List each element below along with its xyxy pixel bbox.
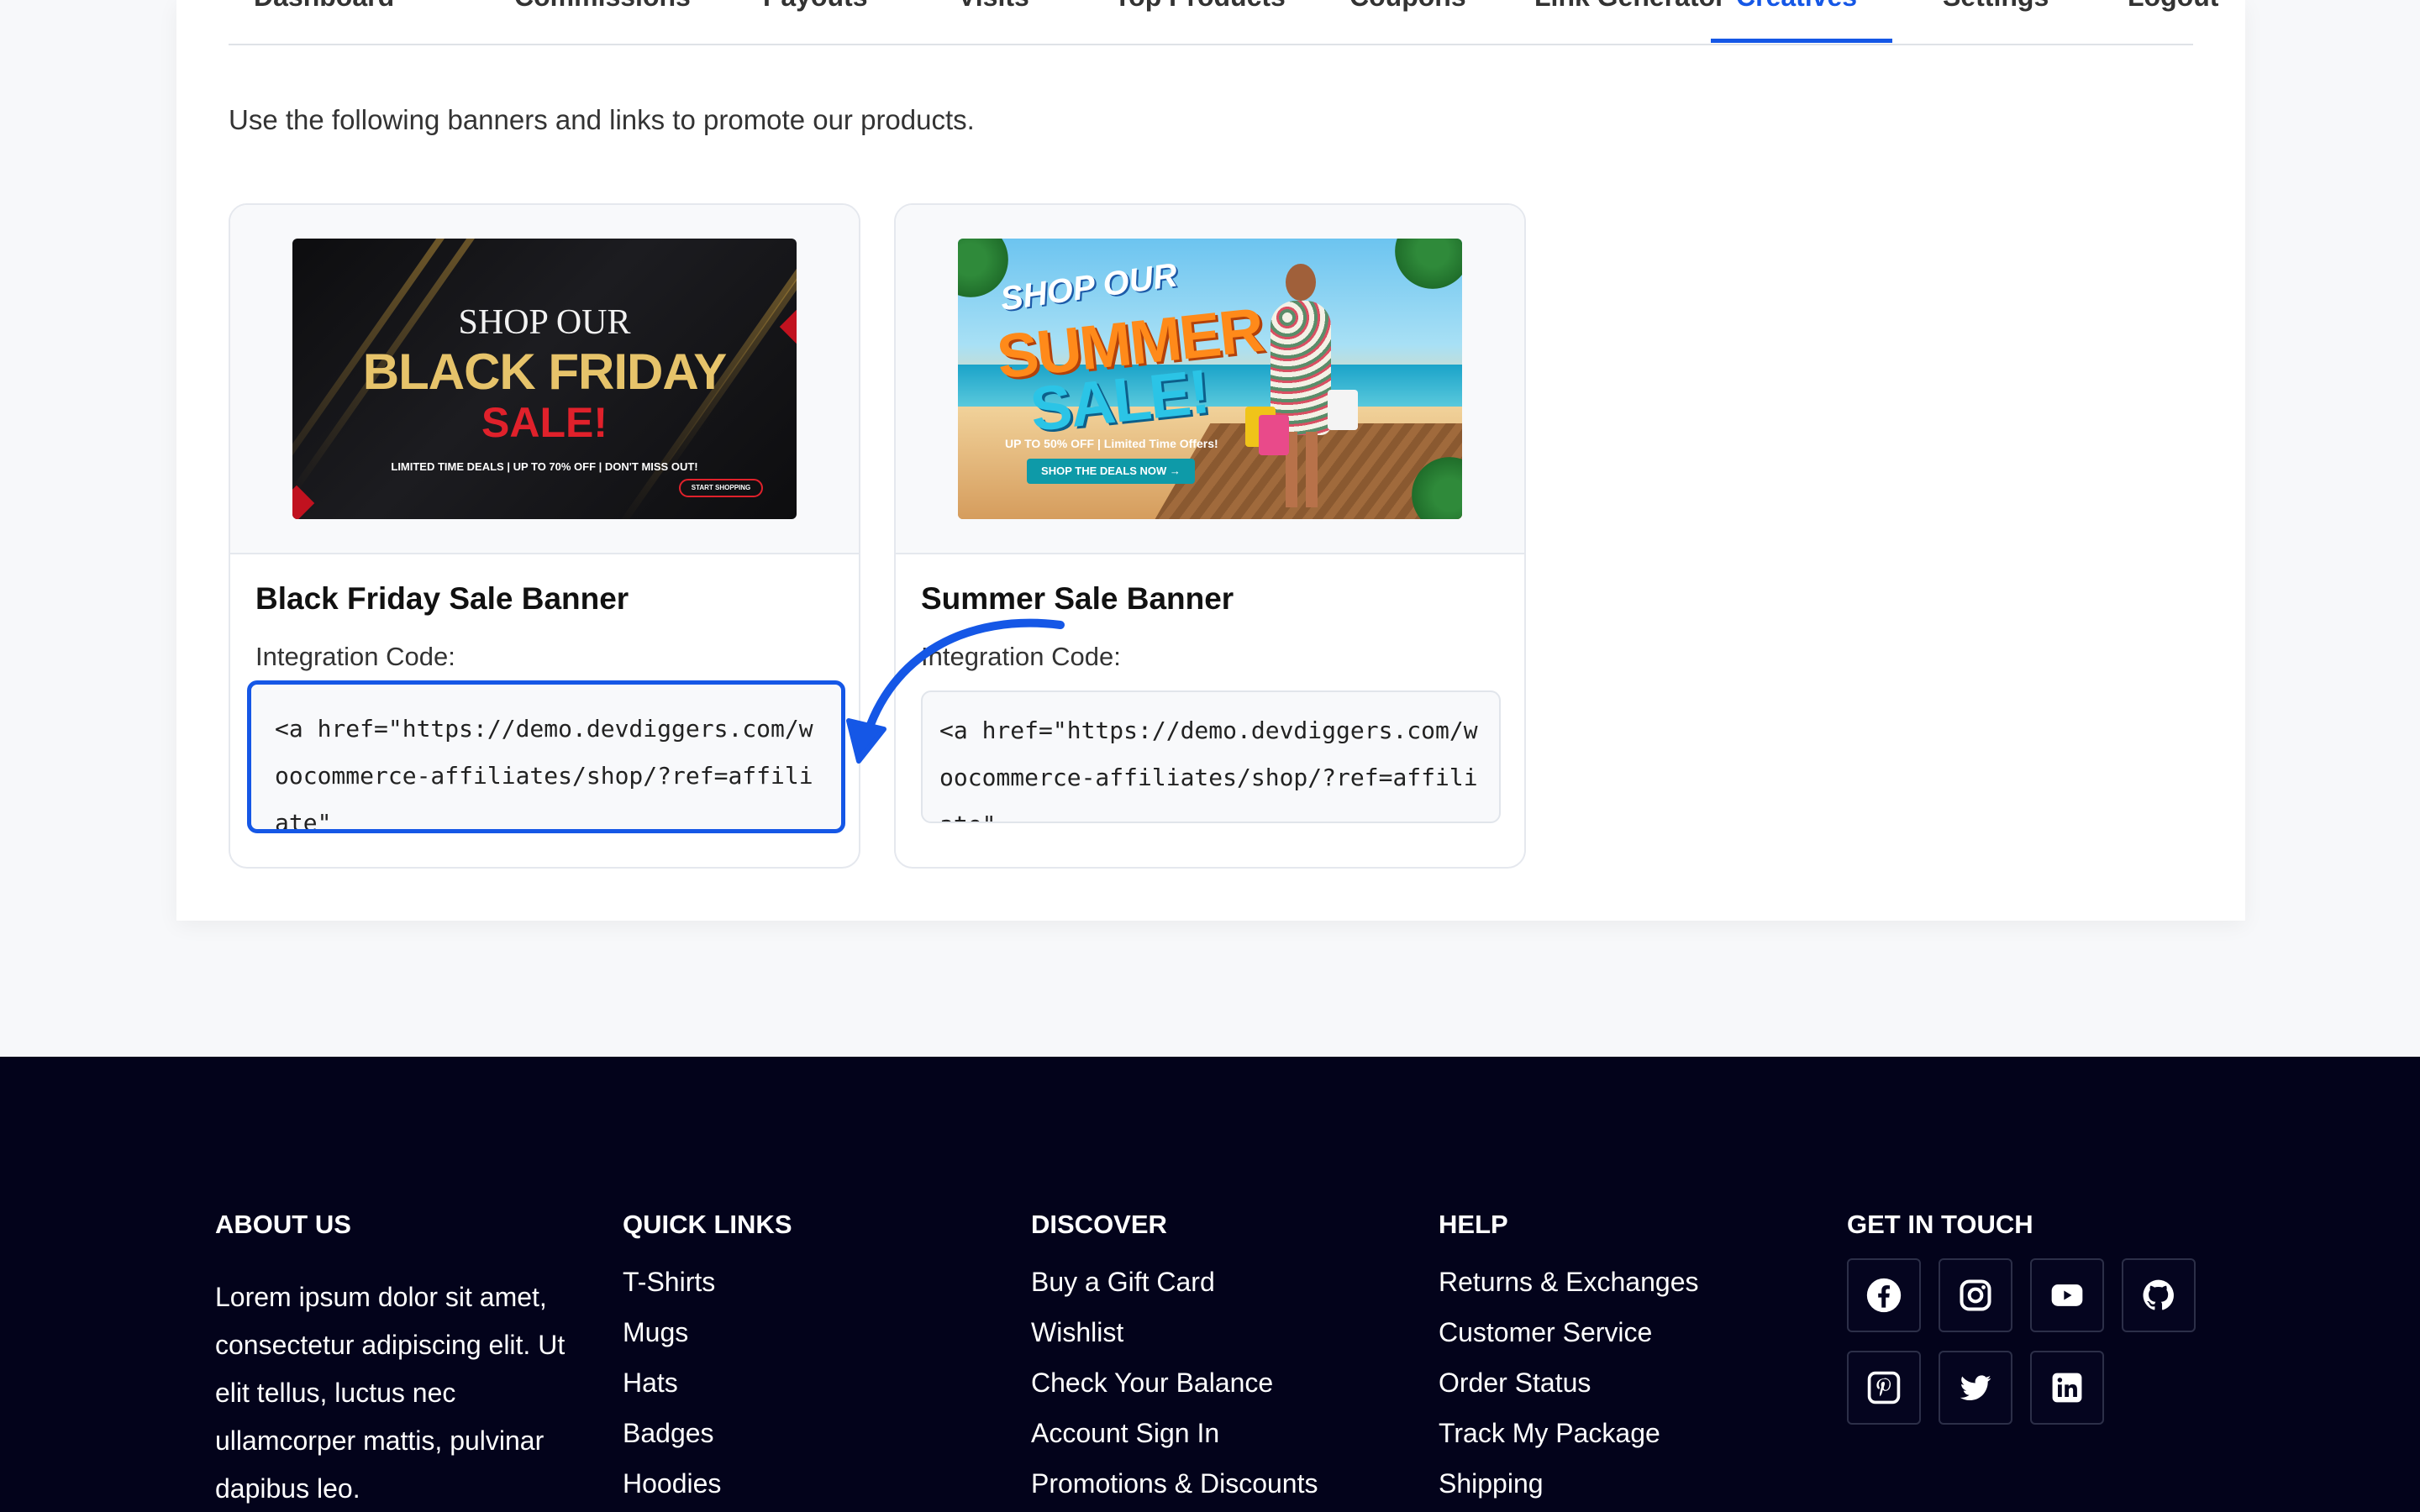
footer-heading-quick-links: QUICK LINKS — [623, 1210, 792, 1239]
woman-illustration — [1245, 264, 1358, 507]
black-friday-banner-image[interactable]: SHOP OUR BLACK FRIDAY SALE! LIMITED TIME… — [292, 239, 797, 519]
linkedin-icon[interactable] — [2030, 1351, 2104, 1425]
creatives-panel: Dashboard Commissions Payouts Visits Top… — [176, 0, 2245, 921]
summer-sale-banner-image[interactable]: SHOP OUR SUMMER SALE! UP TO 50% OFF | Li… — [958, 239, 1462, 519]
footer-link[interactable]: Order Status — [1439, 1368, 1591, 1399]
integration-code-text: <a href="https://demo.devdiggers.com/woo… — [275, 715, 813, 833]
footer-link[interactable]: Track My Package — [1439, 1418, 1660, 1449]
footer-link[interactable]: Shipping — [1439, 1468, 1544, 1499]
tab-link-generator[interactable]: Link Generator — [1534, 0, 1726, 13]
twitter-icon[interactable] — [1939, 1351, 2012, 1425]
tab-payouts[interactable]: Payouts — [763, 0, 867, 13]
footer-link[interactable]: Wishlist — [1031, 1317, 1123, 1348]
banner-button: START SHOPPING — [679, 479, 763, 497]
tab-settings[interactable]: Settings — [1943, 0, 2049, 13]
creative-title: Summer Sale Banner — [921, 581, 1234, 616]
footer-link[interactable]: Badges — [623, 1418, 714, 1449]
footer-link[interactable]: T-Shirts — [623, 1267, 715, 1298]
site-footer: ABOUT US Lorem ipsum dolor sit amet, con… — [0, 1057, 2420, 1512]
footer-link[interactable]: Buy a Gift Card — [1031, 1267, 1215, 1298]
footer-heading-discover: DISCOVER — [1031, 1210, 1167, 1239]
tab-commissions[interactable]: Commissions — [514, 0, 691, 13]
creative-title: Black Friday Sale Banner — [255, 581, 629, 616]
tab-logout[interactable]: Logout — [2128, 0, 2218, 13]
banner-tagline: UP TO 50% OFF | Limited Time Offers! — [1005, 437, 1218, 450]
github-icon[interactable] — [2122, 1258, 2196, 1332]
integration-code-box[interactable]: <a href="https://demo.devdiggers.com/woo… — [247, 680, 845, 833]
integration-code-label: Integration Code: — [255, 642, 455, 671]
tab-visits[interactable]: Visits — [958, 0, 1029, 13]
footer-heading-help: HELP — [1439, 1210, 1508, 1239]
banner-line-1: SHOP OUR — [458, 303, 631, 342]
creative-card-summer: SHOP OUR SUMMER SALE! UP TO 50% OFF | Li… — [894, 203, 1526, 869]
banner-tagline: LIMITED TIME DEALS | UP TO 70% OFF | DON… — [391, 460, 698, 473]
tab-dashboard[interactable]: Dashboard — [254, 0, 394, 13]
creative-preview: SHOP OUR SUMMER SALE! UP TO 50% OFF | Li… — [896, 205, 1524, 554]
footer-link[interactable]: Returns & Exchanges — [1439, 1267, 1699, 1298]
integration-code-box[interactable]: <a href="https://demo.devdiggers.com/woo… — [921, 690, 1501, 823]
intro-text: Use the following banners and links to p… — [229, 104, 975, 135]
account-tabs: Dashboard Commissions Payouts Visits Top… — [229, 0, 2218, 45]
integration-code-text: <a href="https://demo.devdiggers.com/woo… — [939, 717, 1478, 822]
active-tab-indicator — [1711, 39, 1892, 43]
youtube-icon[interactable] — [2030, 1258, 2104, 1332]
banner-line-2: BLACK FRIDAY — [362, 344, 727, 400]
footer-link[interactable]: Promotions & Discounts — [1031, 1468, 1318, 1499]
footer-link[interactable]: Account Sign In — [1031, 1418, 1219, 1449]
tab-coupons[interactable]: Coupons — [1349, 0, 1466, 13]
footer-link[interactable]: Hoodies — [623, 1468, 721, 1499]
tab-top-products[interactable]: Top Products — [1114, 0, 1286, 13]
integration-code-label: Integration Code: — [921, 642, 1121, 671]
footer-link[interactable]: Customer Service — [1439, 1317, 1652, 1348]
footer-link[interactable]: Check Your Balance — [1031, 1368, 1273, 1399]
facebook-icon[interactable] — [1847, 1258, 1921, 1332]
footer-heading-contact: GET IN TOUCH — [1847, 1210, 2033, 1239]
banner-line-3: SALE! — [481, 399, 608, 446]
tab-creatives[interactable]: Creatives — [1736, 0, 1857, 13]
footer-link[interactable]: Mugs — [623, 1317, 688, 1348]
creative-card-black-friday: SHOP OUR BLACK FRIDAY SALE! LIMITED TIME… — [229, 203, 860, 869]
pinterest-icon[interactable] — [1847, 1351, 1921, 1425]
footer-link[interactable]: Hats — [623, 1368, 678, 1399]
footer-heading-about: ABOUT US — [215, 1210, 351, 1239]
footer-about-text: Lorem ipsum dolor sit amet, consectetur … — [215, 1282, 566, 1504]
creative-preview: SHOP OUR BLACK FRIDAY SALE! LIMITED TIME… — [230, 205, 859, 554]
instagram-icon[interactable] — [1939, 1258, 2012, 1332]
banner-button: SHOP THE DEALS NOW → — [1027, 459, 1195, 484]
